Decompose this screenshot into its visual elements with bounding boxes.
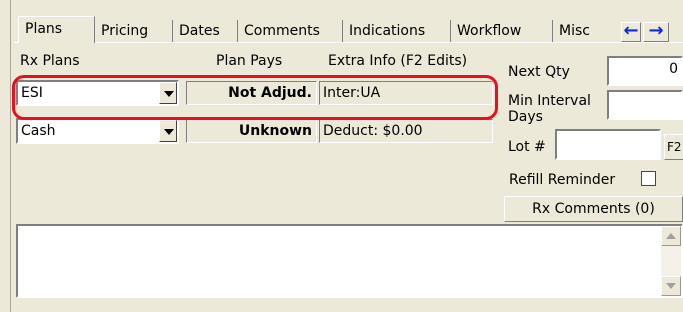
- tab-plans-label: Plans: [25, 21, 63, 37]
- tab-workflow[interactable]: Workflow: [451, 20, 553, 42]
- chevron-down-icon[interactable]: [159, 82, 177, 104]
- tab-scroll-right-button[interactable]: →: [643, 22, 669, 42]
- next-qty-label: Next Qty: [508, 64, 570, 80]
- days-label: Days: [508, 109, 543, 125]
- min-interval-input[interactable]: [607, 90, 683, 120]
- scroll-down-icon[interactable]: [661, 276, 681, 296]
- chevron-down-icon[interactable]: [159, 120, 177, 142]
- tab-panel-border: [14, 42, 683, 43]
- tab-scroll-left-button[interactable]: ←: [621, 22, 641, 42]
- plan-select-row-2-value: Cash: [21, 123, 56, 139]
- tab-pricing[interactable]: Pricing: [95, 20, 173, 42]
- header-plan-pays: Plan Pays: [216, 53, 283, 69]
- plan-select-row-1[interactable]: ESI: [16, 80, 179, 106]
- tab-misc[interactable]: Misc: [553, 20, 621, 42]
- plan-select-row-1-value: ESI: [21, 85, 43, 101]
- rx-comments-button[interactable]: Rx Comments (0): [504, 196, 683, 222]
- memo-scrollbar[interactable]: [661, 226, 681, 296]
- refill-reminder-checkbox[interactable]: [641, 171, 656, 186]
- plan-select-row-2[interactable]: Cash: [16, 118, 179, 144]
- arrow-left-icon: ←: [623, 20, 639, 41]
- extra-info-row-2[interactable]: Deduct: $0.00: [319, 119, 493, 143]
- plan-pays-row-2: Unknown: [186, 119, 317, 143]
- arrow-right-icon: →: [648, 22, 664, 41]
- lot-label: Lot #: [508, 139, 546, 155]
- tab-comments[interactable]: Comments: [238, 20, 343, 42]
- header-rx-plans: Rx Plans: [20, 53, 80, 69]
- tab-dates-label: Dates: [179, 23, 220, 39]
- tab-dates[interactable]: Dates: [173, 20, 238, 42]
- plan-pays-row-1: Not Adjud.: [186, 81, 317, 105]
- f2-button[interactable]: F2: [664, 134, 683, 160]
- refill-reminder-label: Refill Reminder: [509, 172, 616, 188]
- header-extra-info: Extra Info (F2 Edits): [328, 53, 468, 69]
- tab-pricing-label: Pricing: [101, 23, 149, 39]
- scroll-up-icon[interactable]: [661, 226, 681, 246]
- tab-workflow-label: Workflow: [457, 23, 522, 39]
- tab-indications[interactable]: Indications: [343, 20, 451, 42]
- extra-info-row-1[interactable]: Inter:UA: [319, 81, 493, 105]
- lot-input[interactable]: [555, 129, 661, 160]
- left-frame-border: [0, 0, 11, 312]
- min-interval-label: Min Interval: [508, 93, 591, 109]
- next-qty-input[interactable]: 0: [607, 56, 683, 86]
- tab-plans[interactable]: Plans: [18, 16, 95, 43]
- tab-comments-label: Comments: [244, 23, 320, 39]
- tab-indications-label: Indications: [349, 23, 426, 39]
- comments-memo[interactable]: [16, 224, 683, 298]
- tab-misc-label: Misc: [559, 23, 590, 39]
